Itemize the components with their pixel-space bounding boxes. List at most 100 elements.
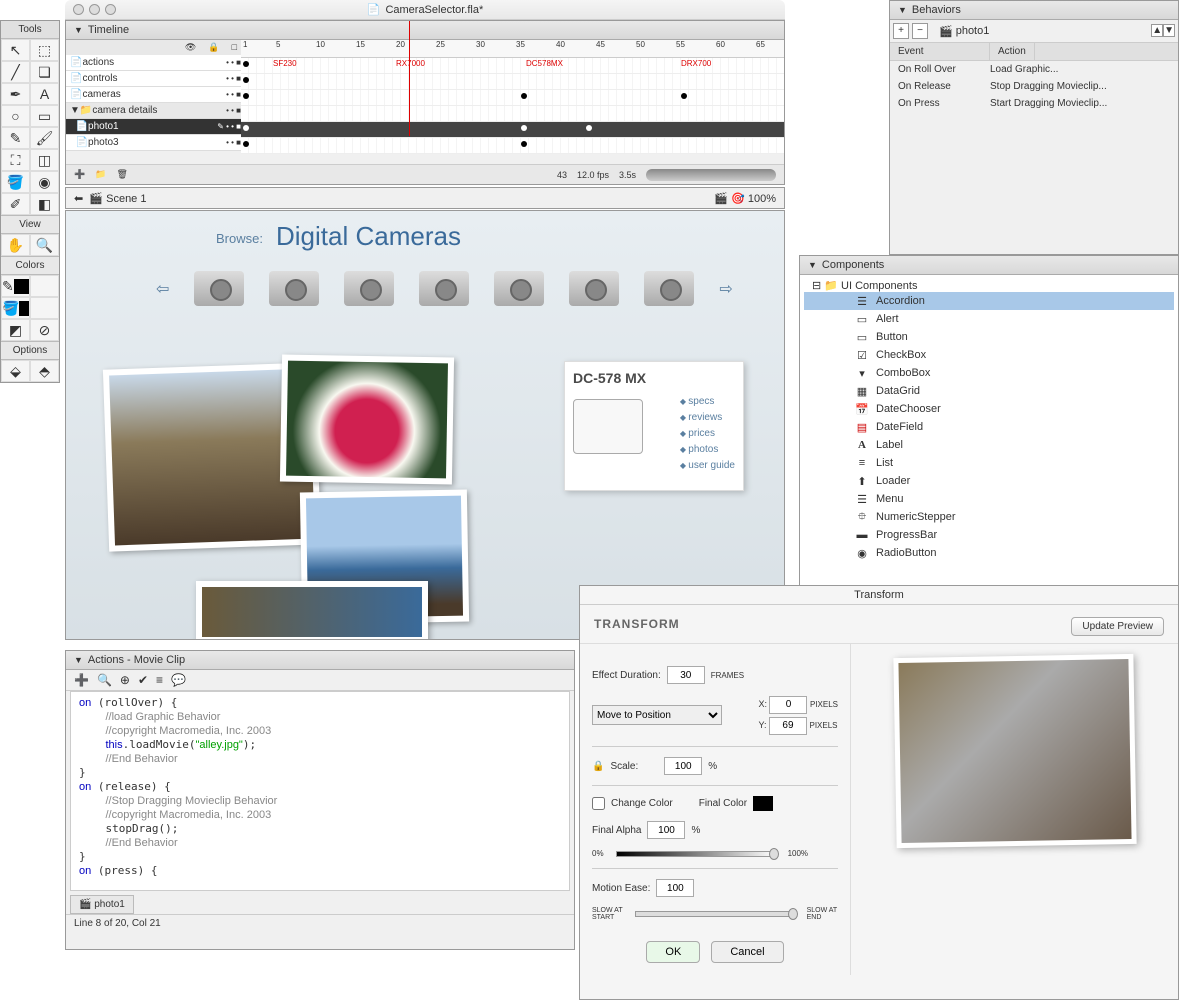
frame-row-photo3[interactable] (241, 138, 784, 154)
selection-tool[interactable]: ↖ (1, 39, 30, 61)
link-specs[interactable]: specs (680, 394, 735, 410)
back-arrow-icon[interactable]: ⬅ (74, 193, 83, 205)
bw-swap[interactable]: ◩ (1, 319, 30, 341)
component-label[interactable]: ALabel (804, 436, 1174, 454)
move-down-icon[interactable]: ▼ (1163, 24, 1175, 37)
eraser-tool[interactable]: ◧ (30, 193, 59, 215)
frame-row-cameras[interactable] (241, 90, 784, 106)
photo-flower[interactable] (280, 355, 454, 485)
scale-input[interactable] (664, 757, 702, 775)
y-input[interactable] (769, 717, 807, 735)
alpha-slider[interactable] (616, 851, 776, 857)
component-alert[interactable]: ▭Alert (804, 310, 1174, 328)
snap-option[interactable]: ⬙ (1, 360, 30, 382)
add-behavior-button[interactable]: + (893, 23, 909, 39)
link-prices[interactable]: prices (680, 426, 735, 442)
stroke-color[interactable]: ✎ (1, 275, 30, 297)
rect-tool[interactable]: ▭ (30, 105, 59, 127)
camera-thumb[interactable] (419, 271, 469, 306)
fill-color[interactable]: 🪣 (1, 297, 30, 319)
frame-row-photo1[interactable] (241, 122, 784, 138)
outline-icon[interactable]: □ (232, 42, 237, 53)
col-action[interactable]: Action (990, 43, 1035, 60)
camera-thumb[interactable] (269, 271, 319, 306)
component-datefield[interactable]: ▤DateField (804, 418, 1174, 436)
col-event[interactable]: Event (890, 43, 990, 60)
layer-controls[interactable]: 📄 controls• • ■ (66, 71, 241, 87)
component-menu[interactable]: ☰Menu (804, 490, 1174, 508)
component-progressbar[interactable]: ▬ProgressBar (804, 526, 1174, 544)
component-checkbox[interactable]: ☑CheckBox (804, 346, 1174, 364)
component-radiobutton[interactable]: ◉RadioButton (804, 544, 1174, 562)
add-script-icon[interactable]: ➕ (74, 673, 89, 687)
camera-thumb[interactable] (569, 271, 619, 306)
next-arrow-icon[interactable]: ⇨ (719, 279, 732, 299)
move-up-icon[interactable]: ▲ (1151, 24, 1163, 37)
smooth-option[interactable]: ⬘ (30, 360, 59, 382)
scene-name[interactable]: Scene 1 (106, 193, 146, 205)
pen-tool[interactable]: ✒ (1, 83, 30, 105)
zoom-level[interactable]: 100% (748, 193, 776, 205)
cancel-button[interactable]: Cancel (711, 941, 783, 963)
layer-folder[interactable]: ▼📁 camera details• • ■ (66, 103, 241, 119)
components-root[interactable]: ⊟ 📁 UI Components (804, 279, 1174, 292)
move-select[interactable]: Move to Position (592, 705, 722, 725)
component-loader[interactable]: ⬆Loader (804, 472, 1174, 490)
layer-cameras[interactable]: 📄 cameras• • ■ (66, 87, 241, 103)
link-reviews[interactable]: reviews (680, 410, 735, 426)
photo-cliff[interactable] (196, 581, 428, 640)
update-preview-button[interactable]: Update Preview (1071, 617, 1164, 636)
brush-tool[interactable]: 🖌 (30, 127, 59, 149)
ease-input[interactable] (656, 879, 694, 897)
fill-transform-tool[interactable]: ◫ (30, 149, 59, 171)
check-syntax-icon[interactable]: ✔ (138, 673, 148, 687)
layer-photo3[interactable]: 📄 photo3• • ■ (66, 135, 241, 151)
camera-thumb[interactable] (344, 271, 394, 306)
camera-thumb[interactable] (494, 271, 544, 306)
link-photos[interactable]: photos (680, 442, 735, 458)
ink-tool[interactable]: 🪣 (1, 171, 30, 193)
link-userguide[interactable]: user guide (680, 458, 735, 474)
eye-icon[interactable]: 👁 (185, 42, 196, 53)
subselect-tool[interactable]: ⬚ (30, 39, 59, 61)
line-tool[interactable]: ╱ (1, 61, 30, 83)
paint-bucket-tool[interactable]: ◉ (30, 171, 59, 193)
frame-row-actions[interactable]: SF230 RX7000 DC578MX DRX700 (241, 58, 784, 74)
minimize-light[interactable] (89, 4, 100, 15)
lasso-tool[interactable]: ❏ (30, 61, 59, 83)
final-alpha-input[interactable] (647, 821, 685, 839)
layer-photo1[interactable]: 📄 photo1✎ • • ■ (66, 119, 241, 135)
prev-arrow-icon[interactable]: ⇦ (156, 279, 169, 299)
playhead[interactable] (409, 40, 410, 136)
change-color-checkbox[interactable] (592, 797, 605, 810)
text-tool[interactable]: A (30, 83, 59, 105)
zoom-tool[interactable]: 🔍 (30, 234, 59, 256)
edit-symbol-icon[interactable]: 🎯 (731, 193, 745, 205)
duration-input[interactable] (667, 666, 705, 684)
frame-ruler[interactable]: 1 5 10 15 20 25 30 35 40 45 50 55 60 65 (241, 40, 784, 58)
ok-button[interactable]: OK (646, 941, 700, 963)
camera-thumb[interactable] (644, 271, 694, 306)
close-light[interactable] (73, 4, 84, 15)
code-tab-photo1[interactable]: 🎬 photo1 (70, 895, 134, 914)
final-color-swatch[interactable] (753, 796, 773, 811)
target-icon[interactable]: ⊕ (120, 673, 130, 687)
stage[interactable]: Browse: Digital Cameras ⇦ ⇨ DC-578 MX sp… (65, 210, 785, 640)
component-datechooser[interactable]: 📅DateChooser (804, 400, 1174, 418)
component-accordion[interactable]: ☰Accordion (804, 292, 1174, 310)
oval-tool[interactable]: ○ (1, 105, 30, 127)
layer-actions[interactable]: 📄 actions• • ■ (66, 55, 241, 71)
zoom-light[interactable] (105, 4, 116, 15)
code-hint-icon[interactable]: 💬 (171, 673, 186, 687)
add-folder-icon[interactable]: 📁 (95, 169, 106, 180)
camera-thumb[interactable] (194, 271, 244, 306)
pencil-tool[interactable]: ✎ (1, 127, 30, 149)
component-list[interactable]: ≡List (804, 454, 1174, 472)
component-combobox[interactable]: ▾ComboBox (804, 364, 1174, 382)
find-icon[interactable]: 🔍 (97, 673, 112, 687)
ease-slider[interactable] (635, 911, 795, 917)
autoformat-icon[interactable]: ≡ (156, 673, 163, 687)
behavior-row[interactable]: On Roll OverLoad Graphic... (890, 61, 1178, 78)
remove-behavior-button[interactable]: − (912, 23, 928, 39)
eyedropper-tool[interactable]: ✐ (1, 193, 30, 215)
